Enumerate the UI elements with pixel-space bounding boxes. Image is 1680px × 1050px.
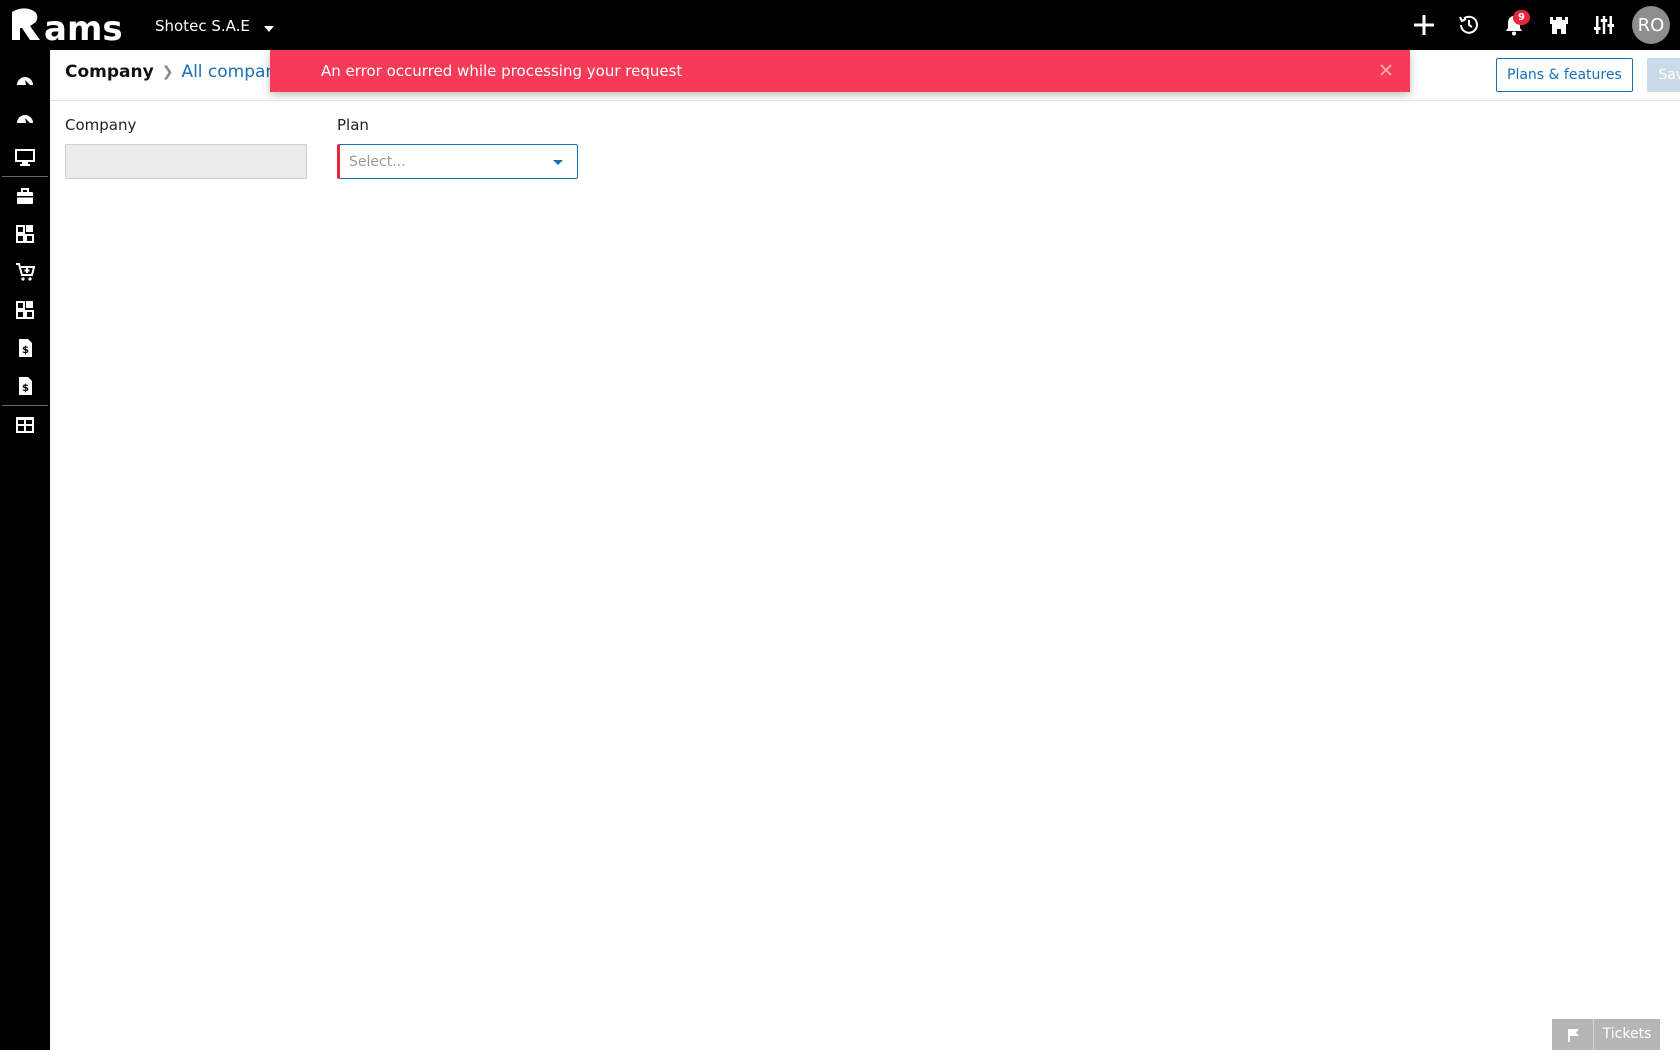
error-toast: An error occurred while processing your … — [270, 50, 1410, 92]
cart-icon — [16, 263, 35, 281]
notifications-badge: 9 — [1513, 10, 1530, 25]
plan-field-label: Plan — [337, 116, 369, 134]
plan-select[interactable]: Select... — [337, 144, 578, 179]
sidebar-item-widgets-2[interactable] — [0, 291, 50, 329]
sliders-icon[interactable] — [1581, 0, 1626, 50]
breadcrumb: Company ❯ All companies — [65, 62, 300, 82]
tickets-widget[interactable]: Tickets — [1552, 1019, 1660, 1050]
widgets-icon-2 — [16, 301, 34, 319]
table-icon — [16, 417, 34, 433]
save-button[interactable]: Save — [1647, 58, 1680, 92]
top-actions: 9 RO — [1401, 0, 1680, 50]
invoice-icon-2: $ — [19, 377, 32, 395]
close-icon[interactable] — [1376, 60, 1396, 80]
company-switcher[interactable]: Shotec S.A.E — [155, 17, 274, 35]
sidebar-item-briefcase[interactable] — [0, 177, 50, 215]
sidebar-item-invoice-2[interactable]: $ — [0, 367, 50, 405]
chevron-down-icon — [263, 26, 274, 32]
plan-select-placeholder: Select... — [349, 154, 406, 170]
sidebar-item-invoice[interactable]: $ — [0, 329, 50, 367]
svg-text:$: $ — [22, 383, 29, 394]
chevron-down-icon — [553, 160, 563, 165]
breadcrumb-current: Company — [65, 62, 154, 82]
sidebar-item-monitor[interactable] — [0, 138, 50, 176]
avatar-initials: RO — [1637, 14, 1665, 36]
svg-text:ams: ams — [44, 9, 123, 44]
castle-icon[interactable] — [1536, 0, 1581, 50]
chevron-right-icon: ❯ — [161, 64, 174, 80]
invoice-icon: $ — [19, 339, 32, 357]
sidebar-item-table[interactable] — [0, 406, 50, 444]
flag-icon — [1552, 1019, 1594, 1050]
error-toast-message: An error occurred while processing your … — [321, 62, 683, 80]
sidebar-item-dashboard-2[interactable] — [0, 100, 50, 138]
dashboard-icon-2 — [17, 115, 33, 123]
plus-icon[interactable] — [1401, 0, 1446, 50]
briefcase-icon — [17, 188, 33, 204]
monitor-icon — [15, 149, 35, 166]
sidebar-item-widgets[interactable] — [0, 215, 50, 253]
company-field-label: Company — [65, 116, 137, 134]
left-sidebar: $ $ — [0, 50, 50, 1050]
top-bar: ams Shotec S.A.E 9 RO — [0, 0, 1680, 50]
plan-field-group: Plan Select... — [337, 116, 578, 179]
history-icon[interactable] — [1446, 0, 1491, 50]
app-logo[interactable]: ams — [10, 6, 130, 44]
company-field[interactable] — [65, 144, 307, 179]
tickets-label: Tickets — [1602, 1026, 1652, 1042]
svg-text:$: $ — [22, 345, 29, 356]
sidebar-item-dashboard[interactable] — [0, 62, 50, 100]
avatar[interactable]: RO — [1632, 6, 1670, 44]
company-switcher-label: Shotec S.A.E — [155, 17, 250, 35]
company-field-group: Company — [65, 116, 307, 179]
rams-logo-icon: ams — [12, 8, 123, 44]
sidebar-item-cart[interactable] — [0, 253, 50, 291]
widgets-icon — [16, 225, 34, 243]
bell-icon[interactable]: 9 — [1491, 0, 1536, 50]
dashboard-icon — [17, 77, 33, 85]
plans-features-button[interactable]: Plans & features — [1496, 58, 1633, 92]
